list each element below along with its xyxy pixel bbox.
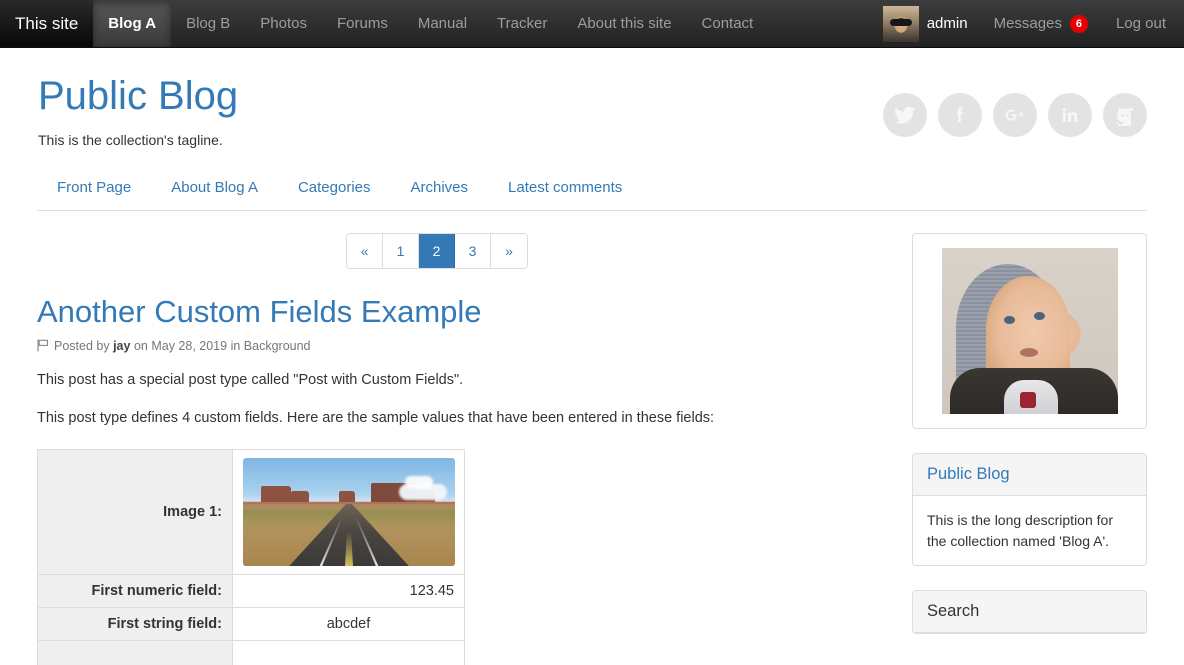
post-meta-prefix: Posted by [54,338,110,353]
navbar-brand-label: This site [15,14,79,33]
custom-field-value [232,640,465,665]
coll-menu-label: Archives [410,179,469,196]
sidebar: Public Blog This is the long description… [912,233,1147,665]
table-row: Image 1: [37,449,465,576]
avatar [882,5,919,42]
sidebar-photo-body [913,234,1146,428]
social-links [883,93,1147,137]
nav-item-manual[interactable]: Manual [403,0,482,47]
custom-field-label: First string field: [37,607,233,642]
post-category[interactable]: Background [244,339,311,353]
coll-menu-label: About Blog A [171,179,258,196]
pagination-page-2[interactable]: 2 [419,234,455,268]
sidebar-search-panel: Search [912,590,1147,635]
post-meta: Posted by jay on May 28, 2019 in Backgro… [37,339,837,353]
blog-post: Another Custom Fields Example Posted by … [37,294,837,665]
custom-field-value: 123.45 [232,574,465,609]
github-icon[interactable] [1103,93,1147,137]
coll-menu-label: Categories [297,179,371,196]
facebook-icon[interactable] [938,93,982,137]
navbar-main-menu: Blog A Blog B Photos Forums Manual Track… [93,0,768,47]
nav-messages-label: Messages [993,15,1062,32]
custom-fields-table: Image 1: First numeric field: 123.45 Fir… [37,449,465,665]
google-plus-icon[interactable] [993,93,1037,137]
nav-item-label: About this site [577,15,672,32]
post-meta-on: on [133,338,148,353]
nav-item-blog-b[interactable]: Blog B [171,0,245,47]
baby-photo [941,248,1118,414]
navbar-brand-this-site[interactable]: This site [0,0,94,47]
nav-logout-label: Log out [1115,15,1166,32]
nav-item-messages[interactable]: Messages 6 [980,0,1102,47]
custom-field-value: abcdef [232,607,465,642]
sidebar-collection-body: This is the long description for the col… [927,512,1113,549]
table-row: First numeric field: 123.45 [37,574,465,609]
messages-count-badge: 6 [1069,14,1088,33]
desert-road-image [243,458,455,567]
nav-item-about-this-site[interactable]: About this site [562,0,686,47]
main-content: « 1 2 3 » Another Custom Fields Example … [37,233,837,665]
coll-menu-item-about-blog-a[interactable]: About Blog A [151,179,278,197]
nav-item-label: Manual [417,15,468,32]
table-row [37,640,465,665]
nav-item-contact[interactable]: Contact [687,0,769,47]
post-paragraph-2: This post type defines 4 custom fields. … [37,410,715,427]
post-date: May 28, 2019 [151,338,228,353]
coll-menu-item-front-page[interactable]: Front Page [37,179,151,197]
navbar-user-menu: admin Messages 6 Log out [875,0,1184,47]
blog-header: Public Blog This is the collection's tag… [37,48,1147,148]
nav-item-label: Blog A [108,15,157,32]
nav-item-label: Photos [260,15,307,32]
nav-item-user-account[interactable]: admin [875,0,980,47]
pagination-wrapper: « 1 2 3 » [37,233,837,269]
nav-item-label: Tracker [497,15,548,32]
coll-menu-label: Front Page [57,179,132,196]
top-navbar: This site Blog A Blog B Photos Forums Ma… [0,0,1184,48]
sidebar-search-title: Search [913,591,1146,634]
pagination-page-3[interactable]: 3 [455,234,491,268]
post-meta-in: in [230,338,241,353]
content-columns: « 1 2 3 » Another Custom Fields Example … [37,233,1147,665]
table-row: First string field: abcdef [37,607,465,642]
sidebar-collection-title[interactable]: Public Blog [913,454,1146,496]
custom-field-value-image [232,449,465,576]
page-container: Public Blog This is the collection's tag… [37,48,1147,665]
nav-item-blog-a[interactable]: Blog A [93,0,172,47]
pagination-next[interactable]: » [491,234,527,268]
custom-field-label: First numeric field: [37,574,233,609]
sidebar-photo-panel [912,233,1147,429]
post-paragraph-1: This post has a special post type called… [37,371,464,388]
nav-item-forums[interactable]: Forums [322,0,403,47]
flag-icon [37,339,49,352]
nav-item-label: Blog B [186,15,231,32]
nav-item-tracker[interactable]: Tracker [482,0,562,47]
custom-field-label [37,640,233,665]
nav-item-label: Contact [701,15,754,32]
pagination-prev[interactable]: « [347,234,383,268]
twitter-icon[interactable] [883,93,927,137]
page-title[interactable]: Public Blog [37,74,238,118]
nav-item-logout[interactable]: Log out [1102,0,1184,47]
pagination-page-1[interactable]: 1 [383,234,419,268]
coll-menu-item-categories[interactable]: Categories [278,179,391,197]
coll-menu-item-archives[interactable]: Archives [391,179,489,197]
post-title[interactable]: Another Custom Fields Example [37,294,837,330]
linkedin-icon[interactable] [1048,93,1092,137]
nav-item-label: Forums [336,15,388,32]
page-body: Public Blog This is the collection's tag… [0,48,1184,665]
custom-field-label: Image 1: [37,449,233,576]
sidebar-collection-panel: Public Blog This is the long description… [912,453,1147,567]
nav-username-label: admin [926,15,968,32]
collection-menu: Front Page About Blog A Categories Archi… [37,179,1147,211]
post-author[interactable]: jay [113,339,130,353]
coll-menu-item-latest-comments[interactable]: Latest comments [488,179,642,197]
pagination: « 1 2 3 » [346,233,528,269]
nav-item-photos[interactable]: Photos [245,0,322,47]
coll-menu-label: Latest comments [508,179,623,196]
